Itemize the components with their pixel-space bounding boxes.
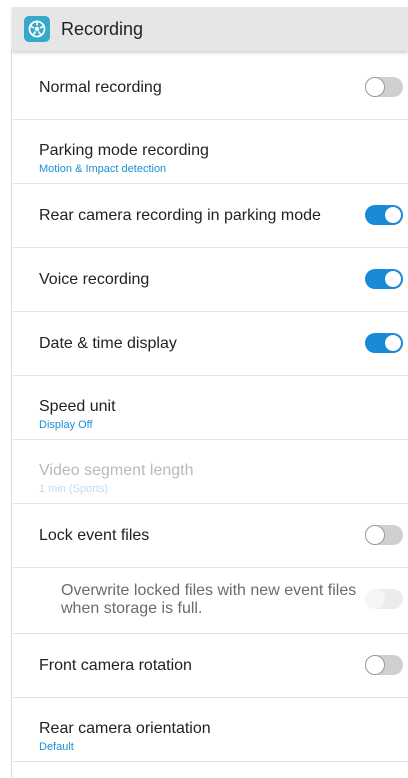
normal-recording-toggle[interactable] [365,77,403,97]
front-camera-rotation-toggle[interactable] [365,655,403,675]
setting-parking-mode-recording[interactable]: Parking mode recording Motion & Impact d… [13,120,408,184]
setting-speed-unit[interactable]: Speed unit Display Off [13,376,408,440]
recording-settings-screen: Recording Normal recording Parking mode … [0,0,408,778]
setting-label: Rear camera orientation [39,720,211,737]
overwrite-locked-files-toggle [365,589,403,609]
setting-label: Normal recording [39,79,162,96]
setting-normal-recording[interactable]: Normal recording [13,56,408,120]
toggle-knob [365,77,385,97]
left-rail [0,50,12,778]
page-title: Recording [61,18,144,39]
setting-voice-recording[interactable]: Voice recording [13,248,408,312]
setting-label: Parking mode recording [39,142,209,159]
toggle-knob [365,655,385,675]
toggle-knob [365,589,385,609]
setting-label: Voice recording [39,271,150,288]
date-time-display-toggle[interactable] [365,333,403,353]
setting-label: Rear camera recording in parking mode [39,207,321,224]
setting-front-camera-rotation[interactable]: Front camera rotation [13,634,408,698]
toggle-knob [385,207,401,223]
setting-label: Lock event files [39,527,150,544]
setting-rear-camera-parking[interactable]: Rear camera recording in parking mode [13,184,408,248]
toggle-knob [365,525,385,545]
setting-value: 1 min (Sports) [39,483,109,495]
setting-label: Date & time display [39,335,177,352]
setting-label: Front camera rotation [39,657,192,674]
voice-recording-toggle[interactable] [365,269,403,289]
settings-list: Normal recording Parking mode recording … [13,56,408,762]
lock-event-files-toggle[interactable] [365,525,403,545]
setting-label: Video segment length [39,462,194,479]
setting-label: Overwrite locked files with new event fi… [61,582,357,617]
setting-lock-event-files[interactable]: Lock event files [13,504,408,568]
setting-value: Motion & Impact detection [39,163,167,175]
rear-camera-parking-toggle[interactable] [365,205,403,225]
app-header: Recording [12,7,408,51]
setting-overwrite-locked-files: Overwrite locked files with new event fi… [13,568,408,634]
setting-value: Default [39,741,74,753]
camera-lens-icon [28,20,46,38]
setting-rear-camera-orientation[interactable]: Rear camera orientation Default [13,698,408,762]
setting-video-segment-length: Video segment length 1 min (Sports) [13,440,408,504]
setting-label: Speed unit [39,398,116,415]
setting-value: Display Off [39,419,93,431]
setting-date-time-display[interactable]: Date & time display [13,312,408,376]
toggle-knob [385,271,401,287]
toggle-knob [385,335,401,351]
recording-app-icon[interactable] [24,16,50,42]
